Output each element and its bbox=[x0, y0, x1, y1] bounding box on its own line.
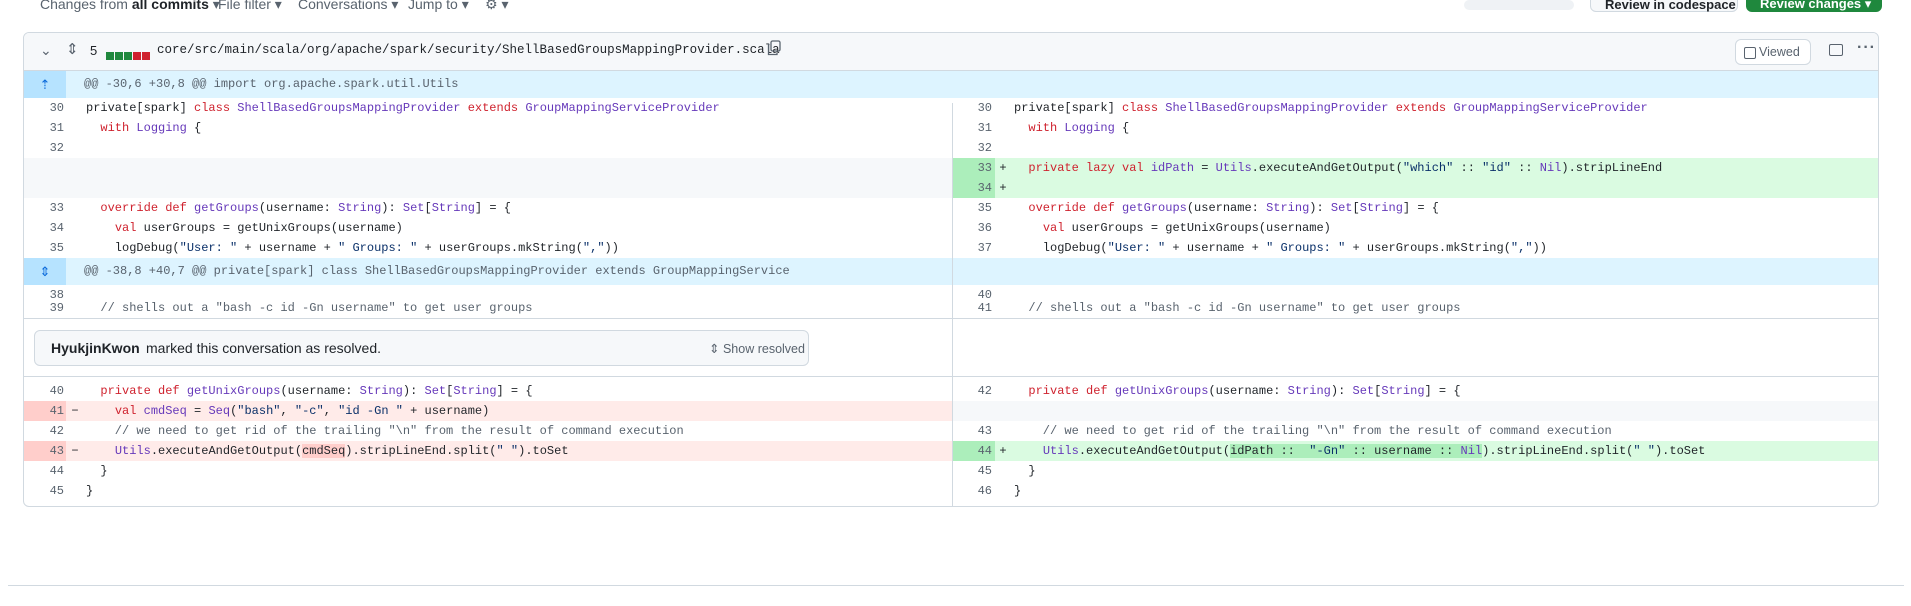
added-bg bbox=[995, 178, 1878, 198]
code-line: with Logging { bbox=[100, 121, 202, 135]
diff-row: 32 32 bbox=[49, 141, 992, 155]
diff-row-added: 33 + private lazy val idPath = Utils.exe… bbox=[24, 158, 1878, 178]
code-line: val userGroups = getUnixGroups(username) bbox=[1042, 221, 1331, 235]
resolved-conversation: HyukjinKwon marked this conversation as … bbox=[34, 330, 809, 366]
unfold-icon: ⇕ bbox=[709, 342, 720, 356]
code-line: } bbox=[86, 464, 108, 478]
diffstat-block bbox=[124, 52, 132, 60]
diff-row: 45 } 46 } bbox=[24, 481, 1878, 501]
more-options-icon[interactable]: ··· bbox=[1857, 39, 1876, 57]
diffstat-block bbox=[133, 52, 141, 60]
code-line: // we need to get rid of the trailing "\… bbox=[1014, 424, 1612, 438]
resolved-conversation-row: HyukjinKwon marked this conversation as … bbox=[24, 318, 1878, 377]
review-in-codespace-button[interactable]: Review in codespace bbox=[1590, 0, 1738, 12]
changes-count: 5 bbox=[90, 43, 98, 58]
conversations-dropdown[interactable]: Conversations ▾ bbox=[298, 0, 398, 13]
minus-marker: − bbox=[71, 404, 79, 418]
expand-all-icon[interactable]: ⇕ bbox=[66, 40, 79, 58]
code-line: } bbox=[1014, 484, 1022, 498]
code-line: val cmdSeq = Seq("bash", "-c", "id -Gn "… bbox=[114, 404, 490, 418]
diff-row: 34 val userGroups = getUnixGroups(userna… bbox=[24, 218, 1878, 238]
diff-row: 31 with Logging { 31 with Logging { bbox=[24, 118, 1878, 138]
split-divider bbox=[952, 103, 953, 506]
diff-row: 42 // we need to get rid of the trailing… bbox=[24, 421, 1878, 441]
collapse-chevron-icon[interactable]: ⌄ bbox=[40, 42, 52, 59]
show-resolved-button[interactable]: ⇕ Show resolved bbox=[709, 341, 805, 356]
expand-up-icon[interactable]: ⇡ bbox=[24, 71, 66, 98]
diff-row: 39 // shells out a "bash -c id -Gn usern… bbox=[24, 298, 1878, 318]
plus-marker: + bbox=[999, 161, 1007, 175]
diff-row: 44 } 45 } bbox=[24, 461, 1878, 481]
separator bbox=[8, 585, 1904, 586]
empty-side bbox=[953, 401, 1878, 421]
code-line: logDebug("User: " + username + " Groups:… bbox=[1014, 241, 1547, 255]
changes-from-dropdown[interactable]: Changes from all commits ▾ bbox=[40, 0, 220, 13]
diff-row: 33 override def getGroups(username: Stri… bbox=[24, 198, 1878, 218]
diff-row-added: 34 + bbox=[24, 178, 1878, 198]
plus-marker: + bbox=[999, 181, 1007, 195]
expand-icon[interactable]: ⇕ bbox=[24, 258, 66, 285]
minus-marker: − bbox=[71, 444, 79, 458]
diff-row: 35 logDebug("User: " + username + " Grou… bbox=[24, 238, 1878, 258]
code-line: private def getUnixGroups(username: Stri… bbox=[1028, 384, 1461, 398]
empty-side bbox=[24, 178, 952, 198]
pr-files-toolbar: Changes from all commits ▾ File filter ▾… bbox=[0, 0, 1911, 28]
code-line: val userGroups = getUnixGroups(username) bbox=[114, 221, 403, 235]
code-line: } bbox=[1014, 464, 1036, 478]
resolver-username[interactable]: HyukjinKwon bbox=[51, 340, 140, 356]
diff-row-removed: 41 − val cmdSeq = Seq("bash", "-c", "id … bbox=[24, 401, 1878, 421]
code-line: Utils.executeAndGetOutput(idPath :: "-Gn… bbox=[1042, 444, 1706, 458]
file-path-link[interactable]: core/src/main/scala/org/apache/spark/sec… bbox=[157, 43, 780, 57]
empty-side bbox=[24, 158, 952, 178]
diffstat-block bbox=[106, 52, 114, 60]
code-line: private[spark] class ShellBasedGroupsMap… bbox=[86, 101, 720, 115]
code-line: private[spark] class ShellBasedGroupsMap… bbox=[1014, 101, 1648, 115]
file-diff: ⌄ ⇕ 5 core/src/main/scala/org/apache/spa… bbox=[23, 32, 1879, 507]
jump-to-dropdown[interactable]: Jump to ▾ bbox=[408, 0, 469, 13]
diffstat-block bbox=[115, 52, 123, 60]
code-line: // shells out a "bash -c id -Gn username… bbox=[86, 301, 533, 315]
comment-icon[interactable] bbox=[1829, 44, 1843, 56]
hunk-header: ⇡ @@ -30,6 +30,8 @@ import org.apache.sp… bbox=[24, 71, 1878, 98]
diff-row: 40 private def getUnixGroups(username: S… bbox=[24, 381, 1878, 401]
code-line: } bbox=[86, 484, 94, 498]
diffstat-block bbox=[142, 52, 150, 60]
code-line: // shells out a "bash -c id -Gn username… bbox=[1014, 301, 1461, 315]
copy-icon[interactable] bbox=[767, 40, 781, 56]
code-line: // we need to get rid of the trailing "\… bbox=[86, 424, 684, 438]
diff-row-changed: 43 − Utils.executeAndGetOutput(cmdSeq).s… bbox=[24, 441, 1878, 461]
code-line: private lazy val idPath = Utils.executeA… bbox=[1028, 161, 1663, 175]
code-line: override def getGroups(username: String)… bbox=[1028, 201, 1439, 215]
viewed-checkbox[interactable]: Viewed bbox=[1735, 39, 1811, 65]
review-changes-button[interactable]: Review changes ▾ bbox=[1746, 0, 1882, 12]
code-line: private def getUnixGroups(username: Stri… bbox=[100, 384, 533, 398]
progress-placeholder bbox=[1464, 0, 1574, 10]
checkbox-icon bbox=[1744, 47, 1756, 59]
diffstat bbox=[106, 47, 151, 60]
file-filter-dropdown[interactable]: File filter ▾ bbox=[218, 0, 282, 13]
diff-row: 30 private[spark] class ShellBasedGroups… bbox=[24, 98, 1878, 118]
plus-marker: + bbox=[999, 444, 1007, 458]
settings-gear-icon[interactable]: ⚙ ▾ bbox=[485, 0, 508, 13]
code-line: Utils.executeAndGetOutput(cmdSeq).stripL… bbox=[114, 444, 569, 458]
file-header: ⌄ ⇕ 5 core/src/main/scala/org/apache/spa… bbox=[24, 33, 1878, 71]
code-line: override def getGroups(username: String)… bbox=[100, 201, 511, 215]
code-line: logDebug("User: " + username + " Groups:… bbox=[86, 241, 619, 255]
resolved-text: marked this conversation as resolved. bbox=[146, 340, 381, 356]
hunk-header: ⇕ @@ -38,8 +40,7 @@ private[spark] class… bbox=[24, 258, 1878, 285]
code-line: with Logging { bbox=[1028, 121, 1130, 135]
